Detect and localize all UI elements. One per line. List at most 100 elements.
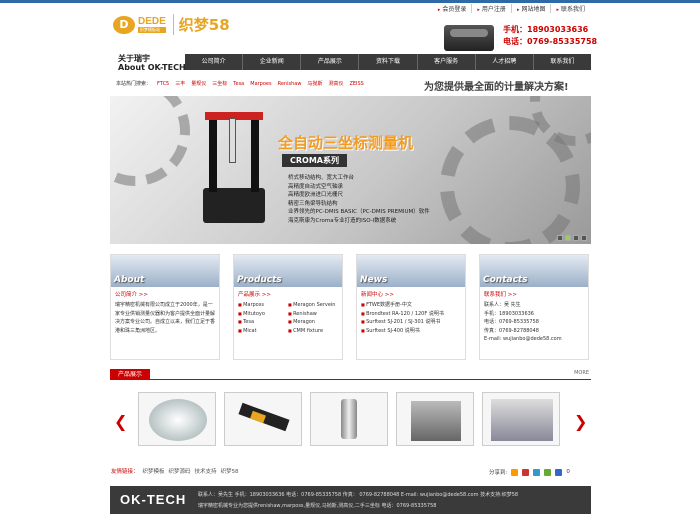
qzone-icon[interactable] (511, 468, 519, 476)
product-link[interactable]: Micat (238, 327, 288, 336)
contacts-box-header: Contacts (480, 255, 588, 287)
products-section-title: 产品展示 (110, 369, 151, 380)
next-arrow-icon[interactable]: ❯ (574, 412, 587, 431)
product-thumb[interactable] (138, 392, 216, 446)
about-heading: 关于瑞宇 About OK-TECH (118, 54, 186, 72)
product-thumb[interactable] (396, 392, 474, 446)
logo-mark: D (113, 15, 135, 34)
logo-cn: 织梦58 (172, 14, 230, 35)
friend-link[interactable]: 织梦模板 (143, 467, 165, 475)
top-phone: 电话：0769-85335758 (503, 37, 598, 46)
product-thumb[interactable] (310, 392, 388, 446)
product-link[interactable]: Marposs (238, 301, 288, 310)
news-item[interactable]: Brondtest RA-120 / 120F 说明书 (361, 310, 461, 319)
friend-link[interactable]: 技术支持 (195, 467, 217, 475)
news-box-header: News (357, 255, 465, 287)
top-contact: 手机：18903033636 电话：0769-85335758 (503, 24, 597, 48)
banner-features: 桥式移动结构、宽大工作台 高精度自动式空气轴承 高精度欧洲进口光栅尺 精密三角梁… (288, 175, 430, 224)
footer-logo: OK-TECH (120, 492, 187, 507)
login-link[interactable]: 会员登录 (433, 4, 472, 13)
renren-icon[interactable] (544, 468, 552, 476)
site-logo[interactable]: D DEDE 织梦模板站 织梦58 (113, 14, 230, 35)
about-more-link[interactable]: 公司简介 >> (111, 287, 219, 301)
share-count: 0 (566, 469, 570, 475)
top-links: 会员登录 用户注册 网站地图 联系我们 (433, 4, 590, 13)
top-mobile: 手机：18903033636 (503, 25, 589, 34)
tencent-weibo-icon[interactable] (533, 468, 541, 476)
products-box-header: Products (234, 255, 342, 287)
slogan: 为您提供最全面的计量解决方案! (424, 82, 569, 93)
banner-dot[interactable] (565, 235, 571, 241)
hot-link[interactable]: ZEISS (349, 81, 363, 87)
hot-link[interactable]: 测高仪 (328, 80, 343, 87)
contact-fax: 传真：0769-82788048 (484, 327, 539, 334)
top-stripe (0, 0, 700, 3)
product-link[interactable]: Mitutoyo (238, 310, 288, 319)
gear-decoration (110, 96, 190, 186)
contacts-box: Contacts 联系我们 >> 联系人：吴 先生 手机：18903033636… (479, 254, 589, 360)
banner-dot[interactable] (581, 235, 587, 241)
hot-link[interactable]: Tesa (233, 81, 244, 87)
contact-person: 联系人：吴 先生 (484, 302, 521, 308)
friend-link[interactable]: 织梦源码 (169, 467, 191, 475)
weibo-icon[interactable] (522, 468, 530, 476)
hot-link[interactable]: 三丰 (175, 80, 185, 87)
products-more-link[interactable]: 产品展示 >> (234, 287, 342, 301)
hot-link[interactable]: Marpoes (250, 81, 271, 87)
hot-link[interactable]: 量规仪 (191, 80, 206, 87)
about-box: About 公司简介 >> 瑞宇精密机械有限公司成立于2000年，是一家专业供销… (110, 254, 220, 360)
share-label: 分享到: (489, 470, 508, 476)
hot-link[interactable]: 马抛斯 (307, 80, 322, 87)
contact-mobile: 手机：18903033636 (484, 310, 534, 317)
nav-item-news[interactable]: 企业新闻 (242, 54, 300, 70)
more-share-icon[interactable] (555, 468, 563, 476)
friend-links: 友情链接： 织梦模板 织梦源码 技术支持 织梦58 (111, 467, 239, 475)
banner-dot[interactable] (557, 235, 563, 241)
product-link[interactable]: Renishaw (288, 310, 338, 319)
telephone-image (444, 25, 494, 51)
contact-phone: 电话：0769-85335758 (484, 319, 539, 325)
news-item[interactable]: FTWE数据手册-中文 (361, 301, 461, 310)
product-link[interactable]: CMM fixture (288, 327, 338, 336)
friend-link[interactable]: 织梦58 (221, 467, 239, 475)
nav-item-service[interactable]: 客户服务 (416, 54, 475, 70)
nav-item-products[interactable]: 产品展示 (300, 54, 358, 70)
contacts-more-link[interactable]: 联系我们 >> (480, 287, 588, 301)
news-box: News 新闻中心 >> FTWE数据手册-中文 Brondtest RA-12… (356, 254, 466, 360)
prev-arrow-icon[interactable]: ❮ (114, 412, 127, 431)
footer-keywords-line: 瑞宇精密机械专业为您提供renishaw,marposs,量规仪,马抛斯,测高仪… (198, 503, 437, 509)
news-item[interactable]: Surftest SJ-201 / SJ-301 说明书 (361, 318, 461, 327)
product-thumb[interactable] (224, 392, 302, 446)
friend-links-label: 友情链接： (111, 469, 139, 475)
hot-link[interactable]: FTC5 (157, 81, 169, 87)
product-link[interactable]: Tesa (238, 318, 288, 327)
banner-series: CROMA系列 (282, 154, 347, 167)
product-link[interactable]: Meragon (288, 318, 338, 327)
products-more-button[interactable]: MORE (574, 370, 589, 376)
about-text: 瑞宇精密机械有限公司成立于2000年，是一家专业供销测量仪器和为客户提供全面计量… (115, 302, 216, 334)
product-link[interactable]: Meragon Servein (288, 301, 338, 310)
nav-item-about[interactable]: 公司简介 (185, 54, 242, 70)
news-more-link[interactable]: 新闻中心 >> (357, 287, 465, 301)
products-section-header: 产品展示 MORE (110, 369, 591, 380)
product-thumb[interactable] (482, 392, 560, 446)
sitemap-link[interactable]: 网站地图 (510, 4, 551, 13)
banner-dot[interactable] (573, 235, 579, 241)
hot-search: 本站热门搜索： FTC5 三丰 量规仪 三坐标 Tesa Marpoes Ren… (116, 80, 364, 88)
products-box: Products 产品展示 >> Marposs Meragon Servein… (233, 254, 343, 360)
logo-en: DEDE (138, 16, 166, 27)
footer: OK-TECH 联系人：吴先生 手机：18903033636 电话：0769-8… (110, 486, 591, 514)
contact-link[interactable]: 联系我们 (550, 4, 590, 13)
nav-item-jobs[interactable]: 人才招聘 (474, 54, 533, 70)
banner-pager (557, 235, 587, 241)
register-link[interactable]: 用户注册 (471, 4, 511, 13)
hot-link[interactable]: 三坐标 (212, 80, 227, 87)
footer-contact-line: 联系人：吴先生 手机：18903033636 电话：0769-85335758 … (198, 492, 519, 498)
news-item[interactable]: Surftest SJ-400 说明书 (361, 327, 461, 336)
nav-item-downloads[interactable]: 资料下载 (358, 54, 416, 70)
hero-banner[interactable]: 全自动三坐标测量机 CROMA系列 桥式移动结构、宽大工作台 高精度自动式空气轴… (110, 96, 591, 244)
share-bar: 分享到: 0 (489, 468, 570, 476)
contact-email[interactable]: E-mail: wujianbo@dede58.com (484, 335, 584, 344)
nav-item-contact[interactable]: 联系我们 (532, 54, 591, 70)
hot-link[interactable]: Renishaw (278, 81, 302, 87)
